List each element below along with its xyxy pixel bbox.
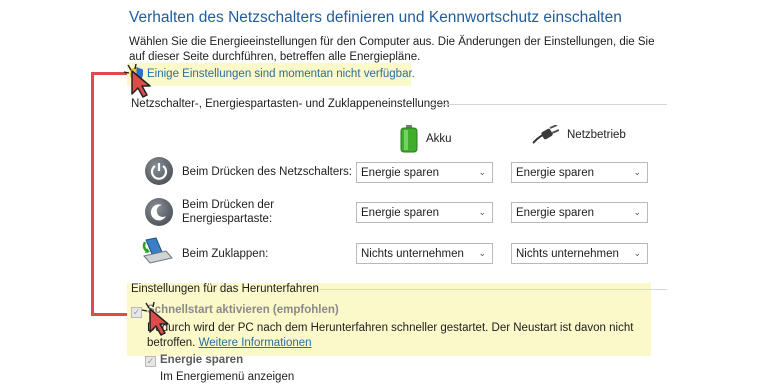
plugged-column-header: Netzbetrieb	[531, 125, 626, 145]
chevron-down-icon: ⌄	[478, 207, 486, 217]
click-cursor-icon	[141, 301, 169, 336]
power-buttons-section-heading: Netzschalter-, Energiespartasten- und Zu…	[131, 98, 450, 110]
unavailable-settings-link[interactable]: Einige Einstellungen sind momentan nicht…	[147, 68, 415, 80]
select-value: Nichts unternehmen	[516, 247, 619, 260]
shutdown-section-heading: Einstellungen für das Herunterfahren	[131, 283, 319, 295]
plugged-column-label: Netzbetrieb	[567, 129, 626, 141]
chevron-down-icon: ⌄	[478, 248, 486, 258]
annotation-bracket-bottom	[91, 313, 128, 316]
select-value: Nichts unternehmen	[361, 247, 464, 260]
fast-startup-description: Dadurch wird der PC nach dem Herunterfah…	[147, 321, 647, 351]
lid-close-label: Beim Zuklappen:	[182, 248, 269, 260]
sleep-button-label: Beim Drücken der Energiespartaste:	[182, 198, 274, 226]
select-value: Energie sparen	[516, 206, 594, 219]
battery-column-header: Akku	[400, 125, 452, 153]
chevron-down-icon: ⌄	[633, 167, 641, 177]
power-plug-icon	[532, 125, 559, 144]
intro-text: Wählen Sie die Energieeinstellungen für …	[129, 36, 655, 63]
sleep-option-label: Energie sparen	[160, 354, 244, 366]
select-value: Energie sparen	[361, 206, 439, 219]
chevron-down-icon: ⌄	[478, 167, 486, 177]
battery-icon	[400, 125, 418, 153]
laptop-lid-icon	[142, 237, 173, 264]
select-value: Energie sparen	[516, 166, 594, 179]
chevron-down-icon: ⌄	[633, 248, 641, 258]
section-divider	[318, 289, 667, 290]
page-title: Verhalten des Netzschalters definieren u…	[129, 9, 622, 26]
sleep-button-label-line2: Energiespartaste:	[182, 213, 273, 225]
power-button-label: Beim Drücken des Netzschalters:	[182, 166, 353, 178]
section-divider	[431, 104, 667, 105]
sleep-button-icon	[145, 198, 173, 226]
select-value: Energie sparen	[361, 166, 439, 179]
sleep-button-battery-select[interactable]: Energie sparen ⌄	[356, 202, 493, 223]
sleep-button-label-line1: Beim Drücken der	[182, 199, 275, 211]
lid-close-battery-select[interactable]: Nichts unternehmen ⌄	[356, 243, 493, 264]
annotation-bracket	[91, 72, 94, 316]
sleep-checkbox[interactable]: ✓	[145, 356, 156, 367]
power-button-plugged-select[interactable]: Energie sparen ⌄	[511, 162, 648, 183]
click-cursor-icon	[123, 63, 151, 98]
battery-column-label: Akku	[426, 133, 452, 145]
chevron-down-icon: ⌄	[633, 207, 641, 217]
more-info-link[interactable]: Weitere Informationen	[199, 337, 312, 349]
power-button-battery-select[interactable]: Energie sparen ⌄	[356, 162, 493, 183]
power-button-icon	[145, 157, 173, 185]
sleep-option-description: Im Energiemenü anzeigen	[160, 371, 295, 383]
sleep-button-plugged-select[interactable]: Energie sparen ⌄	[511, 202, 648, 223]
lid-close-plugged-select[interactable]: Nichts unternehmen ⌄	[511, 243, 648, 264]
